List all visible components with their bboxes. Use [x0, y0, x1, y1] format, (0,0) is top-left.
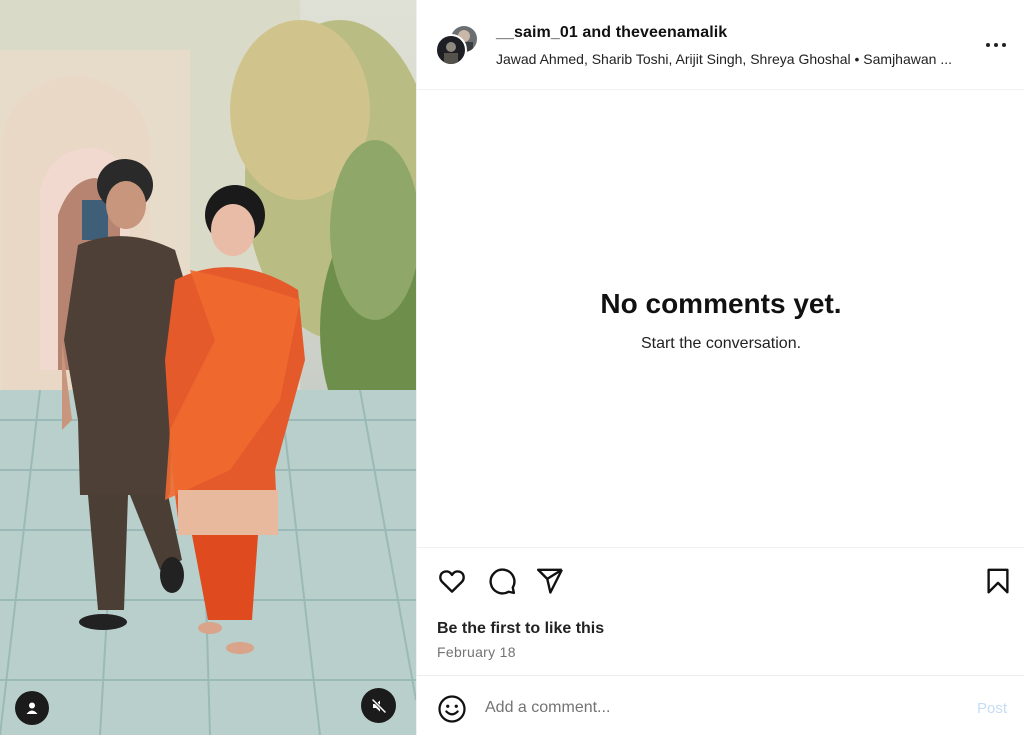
emoji-icon[interactable] — [437, 694, 467, 724]
empty-comments-title: No comments yet. — [600, 288, 842, 319]
avatar[interactable] — [435, 34, 467, 66]
more-horizontal-icon — [1002, 43, 1006, 47]
video-frame — [0, 0, 416, 735]
post-authors[interactable]: __saim_01 and theveenamalik — [496, 24, 727, 42]
audio-track[interactable]: Jawad Ahmed, Sharib Toshi, Arijit Singh,… — [496, 51, 952, 67]
post-actions: Be the first to like this February 18 — [417, 547, 1024, 675]
comment-input[interactable] — [485, 694, 955, 722]
more-horizontal-icon — [994, 43, 998, 47]
comments-list: No comments yet. Start the conversation. — [417, 90, 1024, 547]
bookmark-icon[interactable] — [983, 566, 1013, 596]
share-icon[interactable] — [535, 566, 565, 596]
post-date[interactable]: February 18 — [437, 644, 516, 660]
comment-icon[interactable] — [487, 566, 517, 596]
muted-speaker-icon — [371, 698, 386, 713]
heart-icon[interactable] — [437, 566, 467, 596]
tagged-users-button[interactable] — [15, 691, 49, 725]
post-sidebar: __saim_01 and theveenamalik Jawad Ahmed,… — [416, 0, 1024, 735]
author-avatars[interactable] — [435, 24, 481, 70]
post-comment-button[interactable]: Post — [977, 700, 1007, 717]
empty-comments-subtitle: Start the conversation. — [640, 335, 802, 352]
post-dialog: __saim_01 and theveenamalik Jawad Ahmed,… — [0, 0, 1024, 735]
more-options-button[interactable] — [983, 38, 1009, 52]
user-icon — [26, 702, 38, 714]
mute-toggle-button[interactable] — [361, 688, 396, 723]
likes-count[interactable]: Be the first to like this — [437, 620, 604, 638]
post-header: __saim_01 and theveenamalik Jawad Ahmed,… — [417, 0, 1024, 90]
post-media[interactable] — [0, 0, 416, 735]
comment-composer: Post — [417, 675, 1024, 735]
more-horizontal-icon — [986, 43, 990, 47]
